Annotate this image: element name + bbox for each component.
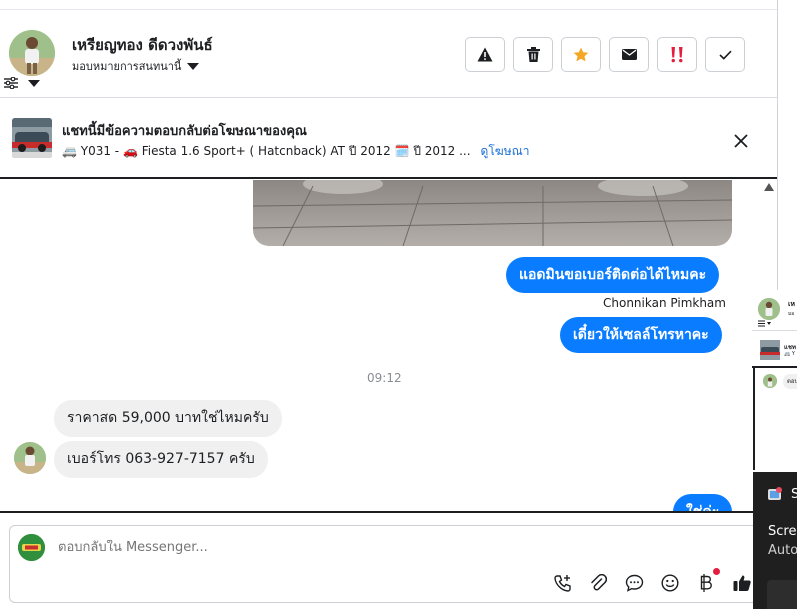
toast-body: Auto xyxy=(768,543,797,558)
screenshot-toast-notification[interactable]: S Scree Auto xyxy=(753,472,797,609)
filter-control[interactable] xyxy=(4,77,40,89)
checkmark-icon xyxy=(718,50,732,60)
message-bubble-incoming[interactable]: เบอร์โทร 063-927-7157 ครับ xyxy=(54,441,268,478)
add-call-button[interactable] xyxy=(553,573,573,593)
chat-bubble-icon xyxy=(625,574,643,592)
emoji-icon xyxy=(661,574,679,592)
chevron-down-icon xyxy=(187,62,200,70)
message-bubble-outgoing[interactable]: แอดมินขอเบอร์ติดต่อได้ไหมคะ xyxy=(506,257,720,293)
payment-button[interactable] xyxy=(696,568,720,593)
notification-dot xyxy=(713,568,720,575)
thumbs-up-icon xyxy=(733,575,751,591)
image-message[interactable] xyxy=(253,180,732,246)
message-bubble-outgoing[interactable]: ใช่ค่ะ xyxy=(673,494,733,512)
attach-button[interactable] xyxy=(588,573,608,593)
sender-name: Chonnikan Pimkham xyxy=(603,296,726,310)
sliders-icon xyxy=(4,77,18,89)
message-bubble-outgoing[interactable]: เดี๋ยวให้เซลล์โทรหาคะ xyxy=(560,317,722,353)
toast-app-name: S xyxy=(791,487,797,502)
saved-replies-button[interactable] xyxy=(624,573,644,593)
ad-reply-banner: แชทนี้มีข้อความตอบกลับต่อโฆษณาของคุณ 🚐 Y… xyxy=(0,99,777,179)
chevron-down-icon xyxy=(28,79,40,87)
mini-avatar-small xyxy=(763,374,777,388)
contact-name: เหรียญทอง ดีดวงพันธ์ xyxy=(72,36,213,54)
thread-bottom-border xyxy=(0,511,777,513)
emoji-button[interactable] xyxy=(660,573,680,593)
trash-icon xyxy=(526,47,540,62)
mini-divider xyxy=(752,330,797,331)
add-call-icon xyxy=(554,575,571,592)
report-button[interactable] xyxy=(465,37,505,72)
contact-avatar[interactable] xyxy=(9,30,55,76)
double-exclamation-icon xyxy=(671,46,683,62)
close-icon[interactable] xyxy=(733,133,749,149)
ad-thumbnail[interactable] xyxy=(12,118,52,158)
toast-heading: Scree xyxy=(768,524,797,539)
page-avatar xyxy=(18,534,45,561)
reply-input[interactable] xyxy=(58,540,558,555)
messenger-inbox-window: เหรียญทอง ดีดวงพันธ์ มอบหมายการสนทนานี้ xyxy=(0,0,797,609)
mini-message-bubble: ตอบ xyxy=(783,374,797,389)
done-button[interactable] xyxy=(705,37,745,72)
mini-contact-avatar xyxy=(758,298,780,320)
timestamp-separator: 09:12 xyxy=(367,371,402,385)
like-button[interactable] xyxy=(732,573,752,593)
conversation-header: เหรียญทอง ดีดวงพันธ์ มอบหมายการสนทนานี้ xyxy=(0,10,777,98)
mini-thread: ตอบ xyxy=(753,368,797,470)
mark-unread-button[interactable] xyxy=(609,37,649,72)
mini-ad-thumbnail xyxy=(760,340,780,360)
toast-action-button[interactable] xyxy=(767,580,797,609)
message-composer xyxy=(9,525,765,603)
ad-banner-subtitle-row: 🚐 Y031 - 🚗 Fiesta 1.6 Sport+ ( Hatcnback… xyxy=(62,142,529,161)
snipping-tool-icon xyxy=(768,487,782,500)
mini-sliders-icon xyxy=(758,320,771,327)
star-button[interactable] xyxy=(561,37,601,72)
contact-avatar-small[interactable] xyxy=(14,442,46,474)
scroll-up-arrow-icon[interactable] xyxy=(764,183,774,191)
star-icon xyxy=(573,47,589,62)
mini-assign-label: มอ xyxy=(788,311,795,317)
assign-conversation-dropdown[interactable]: มอบหมายการสนทนานี้ xyxy=(72,57,200,75)
envelope-icon xyxy=(621,49,637,60)
mini-contact-name: เห xyxy=(788,300,796,308)
message-bubble-incoming[interactable]: ราคาสด 59,000 บาทใช่ไหมครับ xyxy=(54,400,282,437)
mini-ad-subtitle: 🚐 Y xyxy=(784,351,795,357)
ad-banner-subtitle: 🚐 Y031 - 🚗 Fiesta 1.6 Sport+ ( Hatcnback… xyxy=(62,144,471,158)
ad-banner-title: แชทนี้มีข้อความตอบกลับต่อโฆษณาของคุณ xyxy=(62,124,307,139)
attach-icon xyxy=(591,574,607,591)
warning-icon xyxy=(477,47,493,62)
message-thread[interactable]: แอดมินขอเบอร์ติดต่อได้ไหมคะ Chonnikan Pi… xyxy=(0,180,776,512)
baht-icon xyxy=(700,574,712,592)
delete-button[interactable] xyxy=(513,37,553,72)
spam-button[interactable] xyxy=(657,37,697,72)
view-ad-link[interactable]: ดูโฆษณา xyxy=(481,142,530,161)
assign-label: มอบหมายการสนทนานี้ xyxy=(72,60,182,73)
